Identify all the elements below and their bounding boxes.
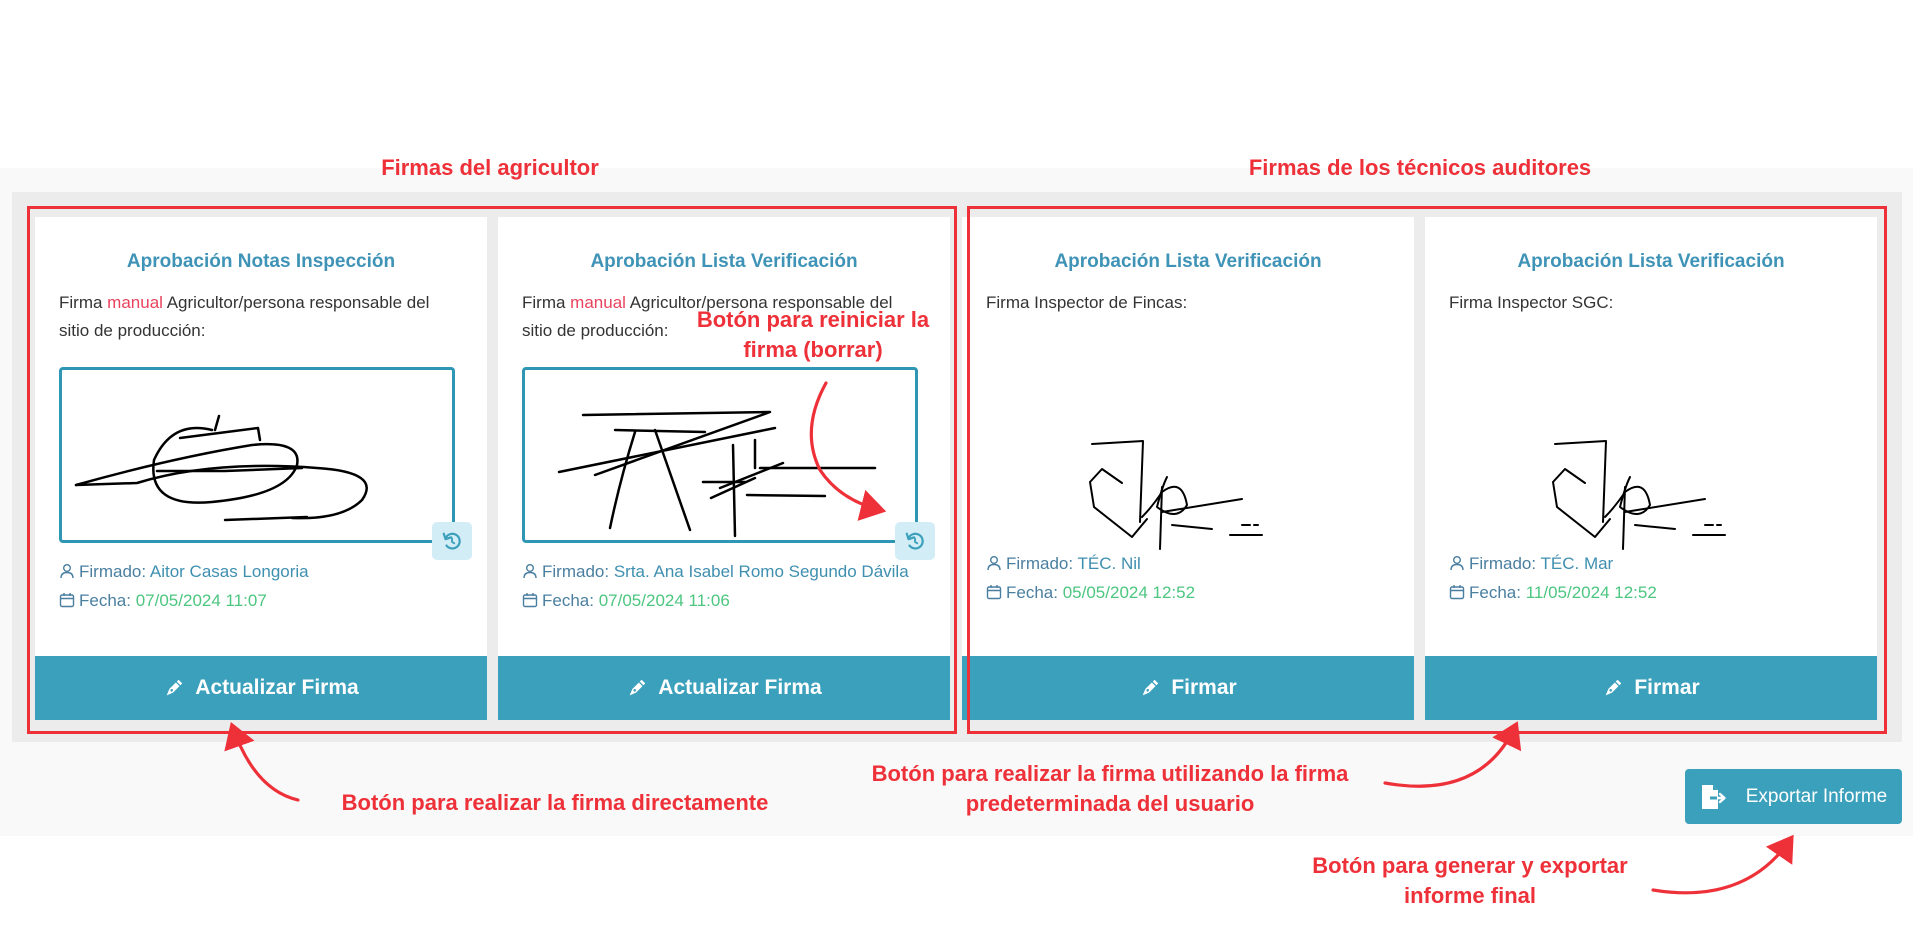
file-export-icon [1701,784,1726,809]
technician-signatures-heading: Firmas de los técnicos auditores [1248,155,1592,180]
farmer-signatures-heading: Firmas del agricultor [381,155,599,180]
technician-signatures-frame [967,206,1887,734]
reset-button-note: Botón para reiniciar la firma (borrar) [696,307,930,362]
default-sign-note: Botón para realizar la firma utilizando … [871,761,1349,816]
farmer-signatures-frame [27,206,957,734]
export-note: Botón para generar y exportar informe fi… [1312,853,1628,908]
export-report-button[interactable]: Exportar Informe [1685,769,1902,824]
direct-sign-note: Botón para realizar la firma directament… [341,790,769,815]
